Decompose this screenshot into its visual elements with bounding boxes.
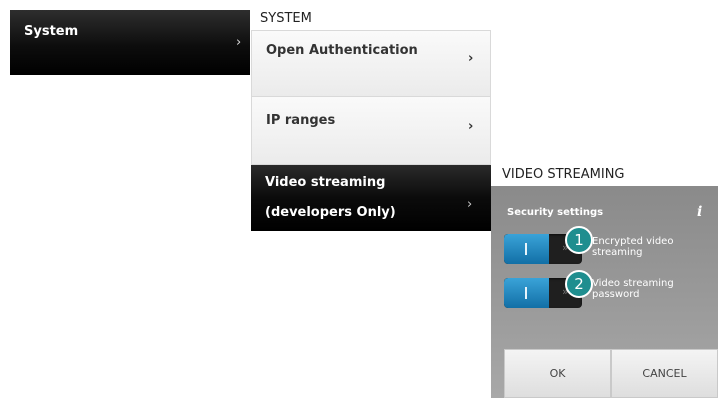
- toggle-on-mark: [525, 243, 527, 255]
- cancel-button[interactable]: CANCEL: [611, 349, 718, 398]
- menu-item-system[interactable]: System ›: [10, 10, 250, 75]
- step-badge-1: 1: [565, 226, 593, 254]
- security-settings-label: Security settings: [507, 207, 604, 218]
- menu-item-system-label: System: [24, 24, 79, 39]
- menu-item-label: Open Authentication: [266, 43, 418, 58]
- menu-item-label: IP ranges: [266, 113, 336, 128]
- ok-button[interactable]: OK: [504, 349, 611, 398]
- chevron-right-icon: ›: [467, 197, 473, 212]
- menu-item-label: Video streaming (developers Only): [265, 175, 396, 220]
- menu-item-video-streaming[interactable]: Video streaming (developers Only) ›: [251, 165, 491, 231]
- chevron-right-icon: ›: [236, 35, 242, 50]
- chevron-right-icon: ›: [468, 119, 474, 134]
- system-column-title: SYSTEM: [260, 11, 312, 26]
- toggle-on-mark: [525, 287, 527, 299]
- video-streaming-panel: Security settings i » 1 Encrypted video …: [491, 186, 718, 398]
- encrypted-streaming-label: Encrypted video streaming: [592, 236, 674, 258]
- toggle-on-segment: [504, 234, 549, 264]
- chevron-right-icon: ›: [468, 51, 474, 66]
- video-streaming-title: VIDEO STREAMING: [502, 167, 625, 182]
- toggle-on-segment: [504, 278, 549, 308]
- menu-item-ip-ranges[interactable]: IP ranges ›: [251, 97, 491, 165]
- streaming-password-label: Video streaming password: [592, 278, 674, 300]
- info-icon[interactable]: i: [697, 204, 702, 220]
- step-badge-2: 2: [565, 270, 593, 298]
- menu-item-open-authentication[interactable]: Open Authentication ›: [251, 30, 491, 97]
